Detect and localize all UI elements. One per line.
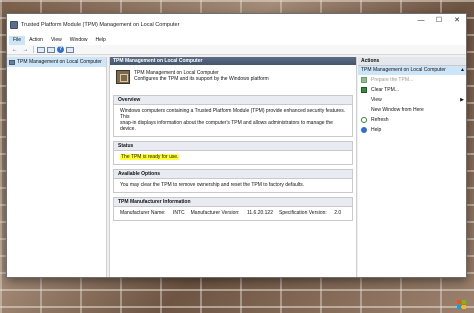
details-intro: TPM Management on Local Computer Configu… [110,65,356,95]
help-icon [361,127,367,133]
tree-item-tpm-management[interactable]: TPM Management on Local Computer [7,57,106,67]
details-header: TPM Management on Local Computer [110,57,356,65]
tpm-icon [361,87,367,93]
manufacturer-name-value: INTC [172,210,185,216]
action-label: Help [371,127,382,133]
status-text: The TPM is ready for use. [120,154,180,160]
overview-text-line2: snap-in displays information about the c… [120,120,333,132]
status-section: Status The TPM is ready for use. [113,141,353,165]
action-new-window[interactable]: New Window from Here [358,105,466,115]
action-prepare-tpm[interactable]: Prepare the TPM... [358,75,466,85]
manufacturer-title: TPM Manufacturer Information [114,198,352,207]
watermark-logo [457,300,468,309]
actions-subheader[interactable]: TPM Management on Local Computer ▲ [358,66,466,75]
overview-text-line1: Windows computers containing a Trusted P… [120,108,346,120]
minimize-button[interactable]: — [412,14,430,28]
menu-window[interactable]: Window [66,36,92,45]
menu-file[interactable]: File [9,36,26,45]
toolbar-divider [33,46,34,53]
toolbar: ← → ? [7,45,466,55]
action-label: New Window from Here [371,107,424,113]
action-label: View [371,97,382,103]
actions-pane: Actions TPM Management on Local Computer… [358,57,466,277]
window-controls: — ☐ ✕ [412,14,466,28]
status-title: Status [114,142,352,151]
overview-section: Overview Windows computers containing a … [113,95,353,137]
refresh-icon [361,117,367,123]
tpm-app-icon [10,21,18,29]
intro-description: Configures the TPM and its support by th… [134,76,269,82]
specification-version-value: 2.0 [334,210,342,216]
mmc-window: Trusted Platform Module (TPM) Management… [6,13,467,278]
available-options-section: Available Options You may clear the TPM … [113,169,353,193]
manufacturer-section: TPM Manufacturer Information Manufacture… [113,197,353,221]
manufacturer-name-label: Manufacturer Name: [120,210,166,216]
action-label: Refresh [371,117,389,123]
manufacturer-version-value: 11.6.20.122 [246,210,273,216]
menu-action[interactable]: Action [25,36,47,45]
action-label: Prepare the TPM... [371,77,414,83]
tpm-chip-icon [116,70,130,84]
available-options-title: Available Options [114,170,352,179]
action-help[interactable]: Help [358,125,466,135]
collapse-up-icon[interactable]: ▲ [460,66,465,75]
tpm-chip-icon [9,59,15,65]
title-bar: Trusted Platform Module (TPM) Management… [7,14,466,36]
menu-help[interactable]: Help [92,36,110,45]
window-title: Trusted Platform Module (TPM) Management… [21,22,180,28]
actions-header: Actions [358,57,466,66]
show-hide-tree-icon[interactable] [37,46,45,53]
tpm-icon [361,77,367,83]
help-icon[interactable]: ? [57,46,64,53]
show-hide-action-pane-icon[interactable] [66,46,74,53]
submenu-arrow-icon: ▶ [460,97,464,103]
manufacturer-version-label: Manufacturer Version: [190,210,240,216]
actions-subheader-label: TPM Management on Local Computer [361,67,446,73]
close-button[interactable]: ✕ [448,14,466,28]
maximize-button[interactable]: ☐ [430,14,448,28]
action-refresh[interactable]: Refresh [358,115,466,125]
available-options-text: You may clear the TPM to remove ownershi… [120,182,305,188]
back-arrow-icon[interactable]: ← [10,46,19,54]
action-label: Clear TPM... [371,87,399,93]
action-clear-tpm[interactable]: Clear TPM... [358,85,466,95]
details-pane: TPM Management on Local Computer TPM Man… [109,57,357,277]
forward-arrow-icon[interactable]: → [21,46,30,54]
tree-item-label: TPM Management on Local Computer [17,59,102,65]
action-view[interactable]: View ▶ [358,95,466,105]
windows-logo-icon [457,300,466,309]
menu-bar: File Action View Window Help [7,36,466,45]
specification-version-label: Specification Version: [279,210,327,216]
properties-icon[interactable] [47,46,55,53]
overview-title: Overview [114,96,352,105]
console-tree: TPM Management on Local Computer [7,57,107,277]
menu-view[interactable]: View [47,36,66,45]
